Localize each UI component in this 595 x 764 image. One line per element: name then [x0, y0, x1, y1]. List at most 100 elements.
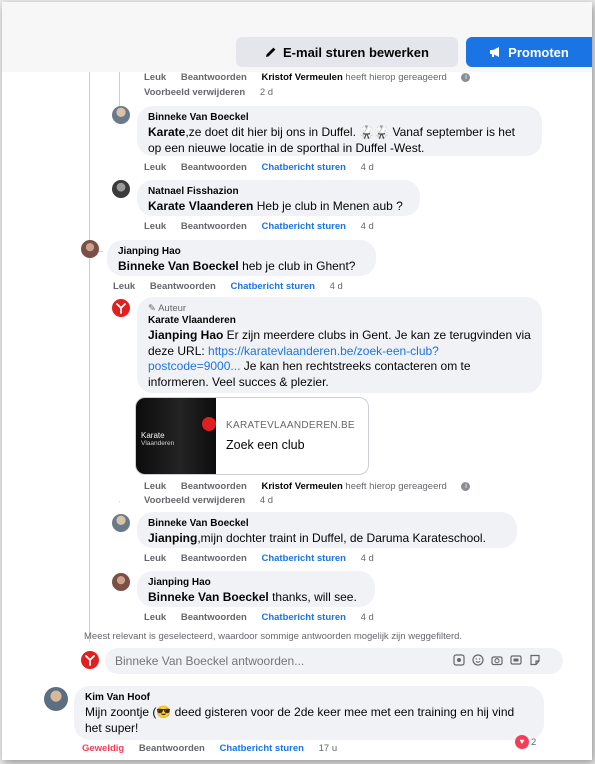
page-avatar[interactable]: [112, 299, 130, 317]
filter-note: Meest relevant is geselecteerd, waardoor…: [84, 631, 463, 642]
reply-link[interactable]: Beantwoorden: [150, 281, 216, 292]
mention[interactable]: Binneke Van Boeckel: [118, 259, 239, 273]
chat-link[interactable]: Chatbericht sturen: [220, 743, 304, 754]
comment-bubble: Binneke Van Boeckel Jianping,mijn dochte…: [137, 512, 517, 548]
like-link[interactable]: Leuk: [144, 612, 166, 623]
comment-actions: Leuk Beantwoorden Kristof Vermeulen heef…: [144, 481, 494, 492]
remove-preview-link[interactable]: Voorbeeld verwijderen: [144, 495, 245, 506]
logo-text: Karate: [141, 431, 165, 440]
logo-subtext: Vlaanderen: [141, 440, 175, 447]
comment-body: ,ze doet dit hier bij ons in Duffel. 🥋🥋 …: [148, 125, 515, 155]
chat-link[interactable]: Chatbericht sturen: [261, 221, 345, 232]
chat-link[interactable]: Chatbericht sturen: [261, 553, 345, 564]
comment-actions: Leuk Beantwoorden Kristof Vermeulen heef…: [144, 72, 494, 83]
reaction-summary[interactable]: ♥ 2: [515, 735, 536, 749]
comment-time[interactable]: 4 d: [361, 221, 374, 232]
thread-connector: [119, 501, 120, 502]
like-link[interactable]: Leuk: [144, 481, 166, 492]
seen-by-name: Kristof Vermeulen: [261, 72, 343, 83]
sticker-icon[interactable]: [528, 653, 541, 666]
avatar[interactable]: [81, 240, 99, 258]
avatar[interactable]: [44, 687, 68, 711]
composer-tools: [452, 653, 541, 666]
like-link[interactable]: Leuk: [144, 221, 166, 232]
seen-by-suffix: heeft hierop gereageerd: [345, 481, 447, 492]
seen-by-note: Kristof Vermeulen heeft hierop gereageer…: [261, 481, 482, 492]
avatar-sticker-icon[interactable]: [452, 653, 465, 666]
comment-actions: Voorbeeld verwijderen 2 d: [144, 87, 285, 98]
remove-preview-link[interactable]: Voorbeeld verwijderen: [144, 87, 245, 98]
comment-bubble: Jianping Hao Binneke Van Boeckel heb je …: [107, 240, 376, 276]
mention[interactable]: Karate: [148, 125, 185, 139]
logo-dot: [202, 417, 216, 431]
comment-time[interactable]: 4 d: [361, 612, 374, 623]
comment-time[interactable]: 2 d: [260, 87, 273, 98]
comment-time[interactable]: 4 d: [330, 281, 343, 292]
comment-text: Mijn zoontje (😎 deed gisteren voor de 2d…: [85, 705, 515, 735]
mention[interactable]: Karate Vlaanderen: [148, 199, 253, 213]
page-avatar[interactable]: [81, 651, 99, 669]
promote-button[interactable]: Promoten: [466, 37, 592, 67]
reply-link[interactable]: Beantwoorden: [181, 481, 247, 492]
avatar[interactable]: [112, 573, 130, 591]
comment-author[interactable]: Natnael Fisshazion: [148, 186, 409, 197]
reply-link[interactable]: Beantwoorden: [181, 612, 247, 623]
comment-bubble: Kim Van Hoof Mijn zoontje (😎 deed gister…: [74, 686, 544, 740]
emoji-icon[interactable]: [471, 653, 484, 666]
karate-logo-icon: [116, 303, 126, 314]
mention[interactable]: Binneke Van Boeckel: [148, 590, 269, 604]
comment-text: Karate Vlaanderen Heb je club in Menen a…: [148, 199, 409, 215]
chat-link[interactable]: Chatbericht sturen: [230, 281, 314, 292]
comment-text: Binneke Van Boeckel heb je club in Ghent…: [118, 259, 365, 275]
thread-line: [89, 72, 90, 642]
comment-author[interactable]: Karate Vlaanderen: [148, 315, 531, 326]
comment-body: heb je club in Ghent?: [238, 259, 356, 273]
thread-line: [119, 72, 120, 107]
comment-body: Heb je club in Menen aub ?: [253, 199, 403, 213]
comment-author[interactable]: Kim Van Hoof: [85, 692, 533, 703]
karate-logo-icon: [85, 655, 95, 666]
avatar[interactable]: [112, 106, 130, 124]
love-reaction-link[interactable]: Geweldig: [82, 743, 124, 754]
comment-time[interactable]: 4 d: [361, 553, 374, 564]
comment-time[interactable]: 4 d: [260, 495, 273, 506]
mention[interactable]: Jianping Hao: [148, 328, 223, 342]
comment-time[interactable]: 17 u: [319, 743, 338, 754]
link-preview-card[interactable]: Karate Vlaanderen KARATEVLAANDEREN.BE Zo…: [135, 397, 369, 475]
comment-text: Binneke Van Boeckel thanks, will see.: [148, 590, 364, 606]
info-icon[interactable]: i: [461, 72, 471, 82]
reply-link[interactable]: Beantwoorden: [139, 743, 205, 754]
comment-time[interactable]: 4 d: [361, 162, 374, 173]
heart-icon: ♥: [515, 735, 529, 749]
comment-author[interactable]: Binneke Van Boeckel: [148, 518, 506, 529]
comment-text: Jianping,mijn dochter traint in Duffel, …: [148, 531, 506, 547]
camera-icon[interactable]: [490, 653, 503, 666]
megaphone-icon: [490, 47, 500, 57]
like-link[interactable]: Leuk: [144, 553, 166, 564]
reply-link[interactable]: Beantwoorden: [181, 553, 247, 564]
mention[interactable]: Jianping: [148, 531, 197, 545]
comment-author[interactable]: Jianping Hao: [118, 246, 365, 257]
avatar[interactable]: [112, 514, 130, 532]
avatar[interactable]: [112, 180, 130, 198]
seen-by-name: Kristof Vermeulen: [261, 481, 343, 492]
reaction-count: 2: [531, 736, 537, 748]
like-link[interactable]: Leuk: [144, 162, 166, 173]
like-link[interactable]: Leuk: [144, 72, 166, 83]
reply-link[interactable]: Beantwoorden: [181, 221, 247, 232]
comment-author[interactable]: Jianping Hao: [148, 577, 364, 588]
comment-actions: Voorbeeld verwijderen 4 d: [144, 495, 285, 506]
comment-bubble: Binneke Van Boeckel Karate,ze doet dit h…: [137, 106, 542, 156]
comment-text: Karate,ze doet dit hier bij ons in Duffe…: [148, 125, 531, 156]
reply-link[interactable]: Beantwoorden: [181, 162, 247, 173]
gif-icon[interactable]: [509, 653, 522, 666]
seen-by-suffix: heeft hierop gereageerd: [345, 72, 447, 83]
reply-link[interactable]: Beantwoorden: [181, 72, 247, 83]
comment-bubble: ✎ Auteur Karate Vlaanderen Jianping Hao …: [137, 297, 542, 393]
info-icon[interactable]: i: [461, 481, 471, 491]
like-link[interactable]: Leuk: [113, 281, 135, 292]
chat-link[interactable]: Chatbericht sturen: [261, 612, 345, 623]
comment-author[interactable]: Binneke Van Boeckel: [148, 112, 531, 123]
chat-link[interactable]: Chatbericht sturen: [261, 162, 345, 173]
edit-email-button[interactable]: E-mail sturen bewerken: [236, 37, 458, 67]
